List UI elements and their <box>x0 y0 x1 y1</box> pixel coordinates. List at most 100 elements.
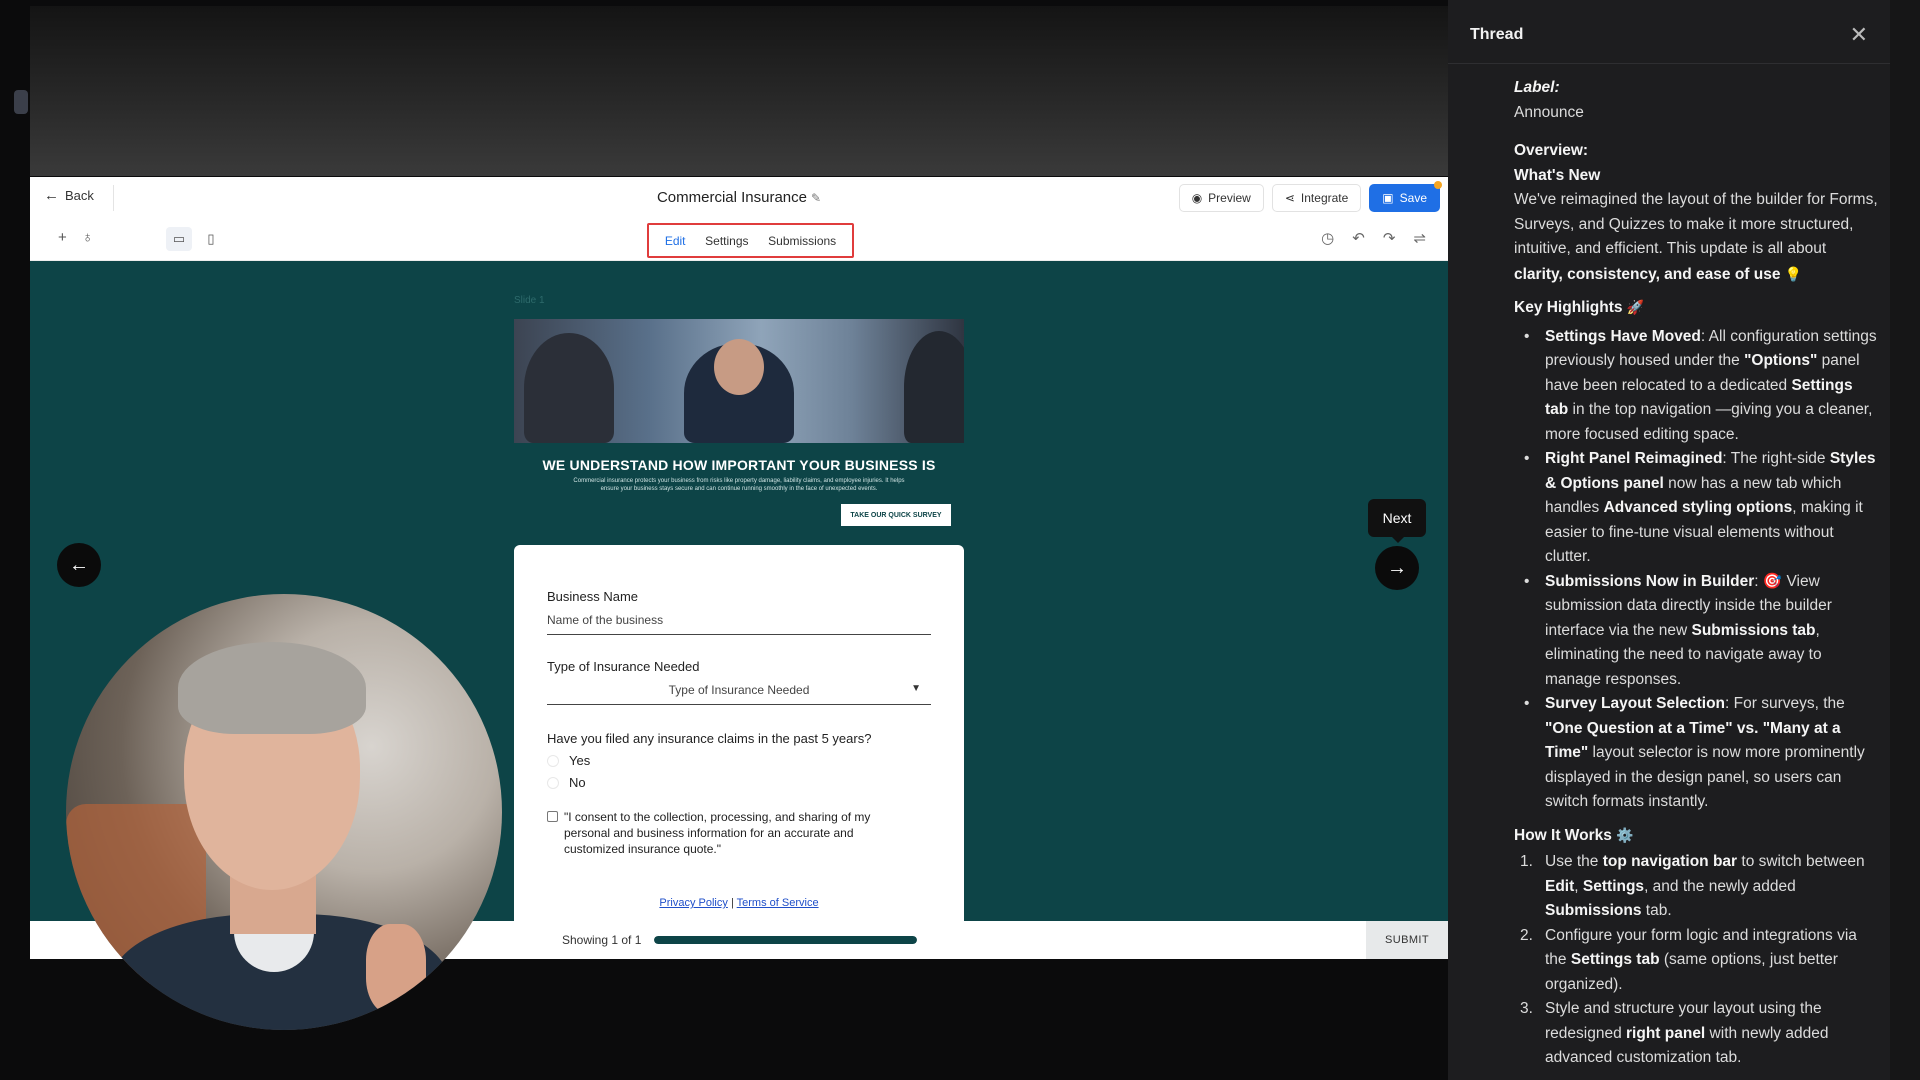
preview-button[interactable]: ◉ Preview <box>1178 184 1264 212</box>
tab-submissions[interactable]: Submissions <box>768 234 836 248</box>
step-text: to switch between <box>1737 853 1865 870</box>
step-text: Edit <box>1545 877 1575 895</box>
tab-settings[interactable]: Settings <box>705 234 748 248</box>
terms-link[interactable]: Terms of Service <box>737 897 819 909</box>
preview-label: Preview <box>1208 191 1251 205</box>
business-name-label: Business Name <box>547 589 639 604</box>
consent-text: "I consent to the collection, processing… <box>564 810 871 856</box>
how-block: How It Works ⚙️ 1. Use the top navigation… <box>1514 823 1878 1071</box>
radio-no-label: No <box>569 775 586 790</box>
builder-header: ← Back Commercial Insurance ✎ ◉ Preview ⋖… <box>30 177 1448 219</box>
highlights-block: Key Highlights 🚀 Settings Have Moved: Al… <box>1514 295 1878 815</box>
presenter-hair <box>178 642 366 734</box>
step-text: top navigation bar <box>1602 853 1738 870</box>
progress-bar <box>654 936 917 944</box>
step-number: 3. <box>1520 1000 1533 1017</box>
highlight-text: Advanced styling options <box>1603 499 1793 516</box>
highlights-list: Settings Have Moved: All configuration s… <box>1514 325 1878 815</box>
step-item: 2. Configure your form logic and integrat… <box>1514 924 1878 998</box>
take-survey-button[interactable]: TAKE OUR QUICK SURVEY <box>841 504 951 526</box>
gear-icon: ⚙️ <box>1616 826 1634 843</box>
step-text: , and the newly added <box>1644 877 1796 895</box>
highlights-title: Key Highlights <box>1514 299 1623 316</box>
rocket-icon: 🚀 <box>1626 299 1645 315</box>
floppy-icon: ▣ <box>1382 191 1394 205</box>
whats-new-heading: What's New <box>1514 166 1601 184</box>
next-slide-button[interactable]: → <box>1375 546 1419 590</box>
highlight-text: : The right-side <box>1722 450 1830 467</box>
add-icon[interactable]: + <box>58 229 67 246</box>
thread-header: Thread ✕ <box>1448 0 1890 64</box>
business-name-input[interactable]: Name of the business <box>547 605 931 635</box>
save-label: Save <box>1399 191 1427 205</box>
caret-down-icon: ▼ <box>911 683 921 694</box>
progress-fill <box>654 936 917 944</box>
highlight-text: : For surveys, the <box>1725 695 1845 712</box>
mobile-icon[interactable]: ▯ <box>198 227 224 251</box>
step-text: tab. <box>1641 902 1672 919</box>
claims-question: Have you filed any insurance claims in t… <box>547 731 872 746</box>
overview-key: Overview: <box>1514 142 1589 159</box>
thread-panel: Thread ✕ Label: Announce Overview: What'… <box>1448 0 1890 1080</box>
overview-block: Overview: What's New We've reimagined th… <box>1514 139 1878 287</box>
next-tooltip: Next <box>1368 499 1426 543</box>
integrate-button[interactable]: ⋖ Integrate <box>1271 184 1362 212</box>
step-item: 1. Use the top navigation bar to switch b… <box>1514 850 1878 924</box>
step-text: right panel <box>1626 1024 1706 1042</box>
builder-tabs: Edit Settings Submissions <box>647 223 854 258</box>
radio-yes[interactable]: Yes <box>547 753 590 768</box>
progress-text: Showing 1 of 1 <box>562 933 642 947</box>
step-text: Settings <box>1582 877 1645 895</box>
document-title-text: Commercial Insurance <box>656 189 807 206</box>
radio-circle[interactable] <box>547 776 559 789</box>
hero-image <box>514 319 964 443</box>
undo-icon[interactable]: ↶ <box>1352 229 1365 247</box>
step-item: 3. Style and structure your layout using … <box>1514 997 1878 1071</box>
share-icon: ⋖ <box>1284 191 1295 205</box>
close-icon[interactable]: ✕ <box>1850 22 1868 48</box>
pencil-icon[interactable]: ✎ <box>811 191 821 205</box>
step-text: Use the <box>1545 853 1603 870</box>
history-tools: ◷ ↶ ↷ ⇌ <box>1321 229 1426 247</box>
side-ghost-icon <box>14 90 28 114</box>
step-text: Submissions <box>1545 902 1642 919</box>
step-text: , <box>1574 877 1583 895</box>
highlight-text: Submissions tab <box>1691 621 1816 639</box>
step-number: 1. <box>1520 853 1533 870</box>
paint-bucket-icon[interactable]: ♁ <box>82 229 93 246</box>
sliders-icon[interactable]: ⇌ <box>1413 229 1426 247</box>
how-title: How It Works <box>1514 826 1612 844</box>
label-block: Label: Announce <box>1514 76 1878 125</box>
prev-slide-button[interactable]: ← <box>57 543 101 587</box>
highlight-text: layout selector is now more prominently … <box>1545 744 1865 810</box>
highlight-head: Submissions Now in Builder <box>1545 572 1755 590</box>
label-value: Announce <box>1514 103 1584 121</box>
redo-icon[interactable]: ↷ <box>1383 229 1396 247</box>
radio-circle[interactable] <box>547 754 559 767</box>
person-silhouette <box>524 333 614 443</box>
intro-text: We've reimagined the layout of the build… <box>1514 191 1878 257</box>
device-toggle: ▭ ▯ <box>166 227 224 251</box>
consent-checkbox[interactable] <box>547 811 558 822</box>
radio-no[interactable]: No <box>547 775 586 790</box>
presenter-hand <box>366 924 426 1014</box>
intro-paragraph: We've reimagined the layout of the build… <box>1514 188 1878 287</box>
link-separator: | <box>730 897 734 909</box>
hero-headline: WE UNDERSTAND HOW IMPORTANT YOUR BUSINES… <box>542 457 936 473</box>
privacy-policy-link[interactable]: Privacy Policy <box>659 897 727 909</box>
presenter-webcam <box>66 594 502 1030</box>
integrate-label: Integrate <box>1300 191 1349 205</box>
radio-yes-label: Yes <box>569 753 591 768</box>
person-face <box>714 339 764 395</box>
tab-edit[interactable]: Edit <box>665 234 686 248</box>
submit-button[interactable]: SUBMIT <box>1366 921 1448 959</box>
highlight-head: Settings Have Moved <box>1545 327 1701 345</box>
insurance-type-select[interactable]: Type of Insurance Needed ▼ <box>547 675 931 705</box>
desktop-icon[interactable]: ▭ <box>166 227 192 251</box>
person-silhouette <box>904 331 964 443</box>
legal-links: Privacy Policy | Terms of Service <box>514 897 964 909</box>
window-edge <box>1890 0 1920 1080</box>
history-icon[interactable]: ◷ <box>1321 229 1334 247</box>
highlight-head: Survey Layout Selection <box>1545 695 1726 712</box>
save-button[interactable]: ▣ Save <box>1369 181 1442 212</box>
